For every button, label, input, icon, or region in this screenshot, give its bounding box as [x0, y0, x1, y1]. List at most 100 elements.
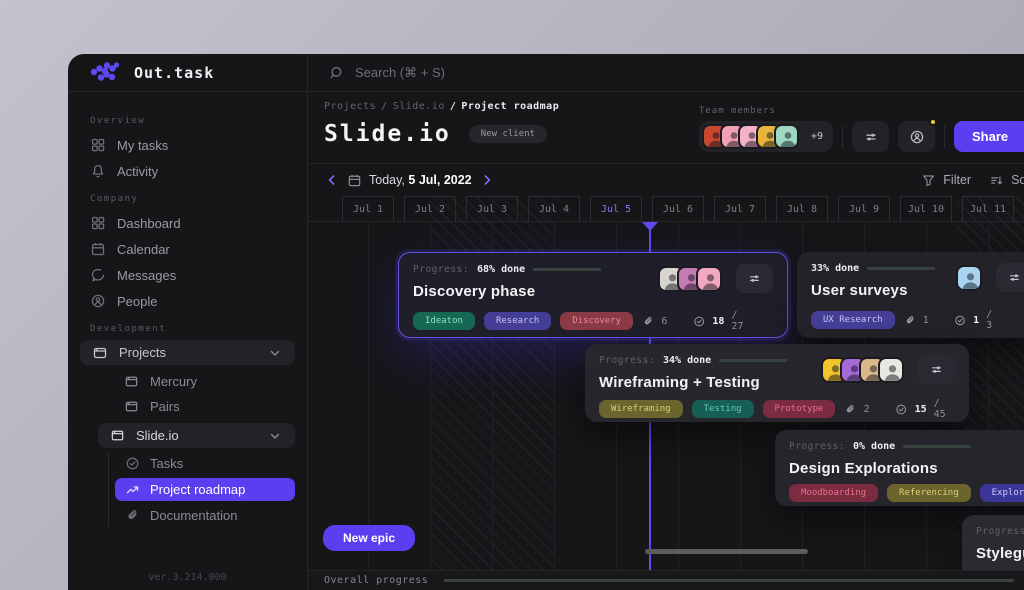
progress-value: 34% done [663, 355, 711, 366]
tag[interactable]: Research [484, 312, 551, 330]
sidebar-item-activity[interactable]: Activity [80, 158, 295, 184]
sidebar-item-label: Mercury [150, 374, 197, 389]
window-icon [124, 399, 139, 414]
share-button[interactable]: Share [954, 121, 1024, 152]
tag[interactable]: Testing [692, 400, 754, 418]
app-title: Out.task [134, 64, 214, 82]
paperclip-icon [125, 508, 140, 523]
divider [842, 126, 843, 148]
sidebar-item-label: Calendar [117, 242, 170, 257]
view-options-button[interactable] [852, 121, 889, 152]
tag[interactable]: Explorations [980, 484, 1024, 502]
card-options-button[interactable] [996, 263, 1024, 292]
members-button[interactable] [898, 121, 935, 152]
day-cell[interactable]: Jul 1 [342, 196, 394, 222]
timeline-day-header: Jul 1 Jul 2 Jul 3 Jul 4 Jul 5 Jul 6 Jul … [308, 196, 1024, 222]
sidebar-item-documentation[interactable]: Documentation [115, 504, 295, 527]
breadcrumb-slideio[interactable]: Slide.io [393, 101, 445, 112]
day-cell[interactable]: Jul 3 [466, 196, 518, 222]
card-options-button[interactable] [736, 264, 773, 293]
day-cell[interactable]: Jul 6 [652, 196, 704, 222]
new-client-badge: New client [469, 125, 547, 143]
day-cell[interactable]: Jul 4 [528, 196, 580, 222]
epic-card-styleguide[interactable]: Progress: Styleguide [962, 515, 1024, 570]
day-cell[interactable]: Jul 8 [776, 196, 828, 222]
progress-value: 68% done [477, 264, 525, 275]
progress-bar [719, 359, 787, 362]
app-window: Out.task Overview My tasks Activity Comp… [68, 54, 1024, 590]
check-circle-icon [125, 456, 140, 471]
day-cell[interactable]: Jul 10 [900, 196, 952, 222]
epic-card-discovery-phase[interactable]: Progress: 68% done Discovery phase Ideat… [398, 252, 788, 338]
window-icon [92, 345, 108, 361]
epic-card-design-explorations[interactable]: Progress: 0% done Design Explorations Mo… [775, 430, 1024, 506]
tag[interactable]: Referencing [887, 484, 971, 502]
sidebar-item-label: Pairs [150, 399, 180, 414]
progress-value: 0% done [853, 441, 895, 452]
sidebar-item-label: People [117, 294, 157, 309]
sidebar-item-label: Slide.io [136, 428, 256, 443]
bell-icon [90, 163, 106, 179]
sidebar-item-project-roadmap[interactable]: Project roadmap [115, 478, 295, 501]
tag[interactable]: Discovery [560, 312, 633, 330]
new-epic-button[interactable]: New epic [323, 525, 415, 551]
page-header: Projects/Slide.io/Project roadmap Slide.… [308, 92, 1024, 164]
tag[interactable]: Ideaton [413, 312, 475, 330]
day-cell[interactable]: Jul 7 [714, 196, 766, 222]
epic-card-wireframing-testing[interactable]: Progress: 34% done Wireframing + Testing… [585, 344, 969, 422]
sidebar-item-mercury[interactable]: Mercury [80, 369, 295, 394]
sidebar-item-tasks[interactable]: Tasks [115, 452, 295, 475]
progress-label: Progress: [413, 264, 469, 275]
chat-icon [90, 267, 106, 283]
day-cell[interactable]: Jul 9 [838, 196, 890, 222]
sort-button[interactable]: Sort [989, 173, 1024, 188]
search-bar[interactable]: Search (⌘ + S) [308, 54, 1024, 92]
filter-button[interactable]: Filter [921, 173, 971, 188]
notification-dot [929, 118, 937, 126]
tag[interactable]: UX Research [811, 311, 895, 329]
sidebar-item-pairs[interactable]: Pairs [80, 394, 295, 419]
sidebar-item-people[interactable]: People [80, 288, 295, 314]
avatar-overflow-count: +9 [811, 131, 823, 142]
chevron-right-icon [479, 172, 495, 188]
progress-label: Progress: [599, 355, 655, 366]
card-options-button[interactable] [918, 355, 955, 384]
avatar [774, 124, 799, 149]
next-day-button[interactable] [479, 172, 495, 188]
sort-icon [989, 173, 1004, 188]
grid-icon [90, 137, 106, 153]
section-overview: Overview [90, 116, 295, 126]
sidebar-item-my-tasks[interactable]: My tasks [80, 132, 295, 158]
team-avatar-group[interactable]: +9 [699, 121, 833, 152]
sidebar-item-label: My tasks [117, 138, 168, 153]
horizontal-scrollbar[interactable] [645, 549, 808, 554]
sidebar-item-label: Projects [119, 345, 256, 360]
sidebar-item-calendar[interactable]: Calendar [80, 236, 295, 262]
sliders-icon [1007, 270, 1022, 285]
app-version: ver.3.214.000 [68, 572, 307, 583]
day-cell[interactable]: Jul 2 [404, 196, 456, 222]
card-title: User surveys [811, 282, 944, 299]
progress-value: 33% done [811, 263, 859, 274]
section-development: Development [90, 324, 295, 334]
tag[interactable]: Moodboarding [789, 484, 878, 502]
card-avatar-group [821, 357, 908, 383]
sidebar-item-slideio[interactable]: Slide.io [98, 423, 295, 448]
header-right: Team members +9 [699, 101, 1024, 163]
sidebar-item-label: Dashboard [117, 216, 181, 231]
sidebar-item-projects[interactable]: Projects [80, 340, 295, 365]
sidebar-item-messages[interactable]: Messages [80, 262, 295, 288]
main-panel: Search (⌘ + S) Projects/Slide.io/Project… [308, 54, 1024, 590]
calendar-icon [347, 173, 362, 188]
day-cell[interactable]: Jul 11 [962, 196, 1014, 222]
prev-day-button[interactable] [324, 172, 340, 188]
tag[interactable]: Wireframing [599, 400, 683, 418]
search-icon [328, 65, 344, 81]
current-date: Today, 5 Jul, 2022 [369, 173, 472, 187]
day-cell-today[interactable]: Jul 5 [590, 196, 642, 222]
breadcrumb-projects[interactable]: Projects [324, 101, 376, 112]
divider [944, 126, 945, 148]
window-icon [124, 374, 139, 389]
epic-card-user-surveys[interactable]: 33% done User surveys UX Research 1 1 / … [797, 252, 1024, 338]
sidebar-item-dashboard[interactable]: Dashboard [80, 210, 295, 236]
